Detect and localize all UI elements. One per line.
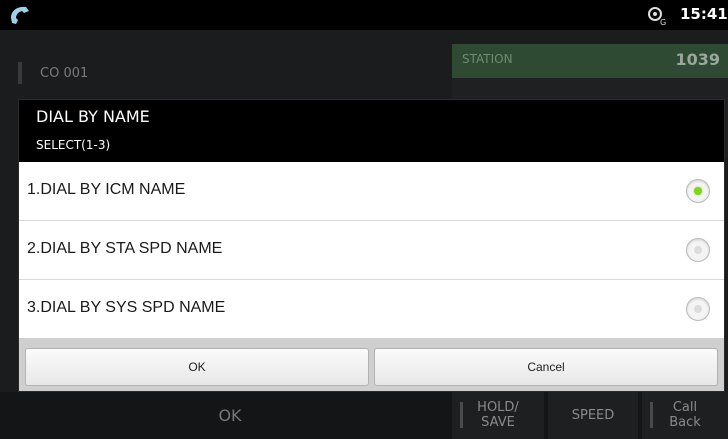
option-label: 3.DIAL BY SYS SPD NAME xyxy=(27,299,226,316)
softkey-call-back-label: Call Back xyxy=(669,400,701,430)
station-header: STATION 1039 xyxy=(452,44,728,78)
line-label: CO 001 xyxy=(40,66,89,81)
option-sys-spd-name[interactable]: 3.DIAL BY SYS SPD NAME xyxy=(19,280,724,339)
radio-button[interactable] xyxy=(686,297,710,321)
softkey-indicator xyxy=(460,402,463,428)
softkey-hold-save-label: HOLD/ SAVE xyxy=(477,400,519,430)
ok-button[interactable]: OK xyxy=(25,348,369,386)
dial-by-name-dialog: DIAL BY NAME SELECT(1-3) 1.DIAL BY ICM N… xyxy=(18,99,725,392)
softkey-speed[interactable]: SPEED xyxy=(548,392,638,439)
softkey-ok[interactable]: OK xyxy=(130,392,330,439)
sync-gear-icon: G xyxy=(648,7,666,26)
radio-button-selected[interactable] xyxy=(686,179,710,203)
option-icm-name[interactable]: 1.DIAL BY ICM NAME xyxy=(19,162,724,221)
option-list: 1.DIAL BY ICM NAME 2.DIAL BY STA SPD NAM… xyxy=(19,162,724,338)
line-indicator xyxy=(18,62,22,84)
station-label: STATION xyxy=(462,52,513,66)
dialog-title: DIAL BY NAME xyxy=(36,107,150,126)
option-sta-spd-name[interactable]: 2.DIAL BY STA SPD NAME xyxy=(19,221,724,280)
station-number: 1039 xyxy=(675,50,720,69)
phone-handset-icon xyxy=(11,6,29,25)
dialog-header: DIAL BY NAME SELECT(1-3) xyxy=(19,100,724,162)
softkey-hold-save[interactable]: HOLD/ SAVE xyxy=(452,392,544,439)
status-bar: G 15:41 xyxy=(0,0,728,30)
option-label: 1.DIAL BY ICM NAME xyxy=(27,181,186,198)
dialog-button-bar: OK Cancel xyxy=(19,338,724,391)
radio-button[interactable] xyxy=(686,238,710,262)
softkey-indicator xyxy=(650,402,653,428)
clock: 15:41 xyxy=(680,5,728,23)
softkey-call-back[interactable]: Call Back xyxy=(642,392,728,439)
svg-text:G: G xyxy=(660,18,666,26)
dialog-subtitle: SELECT(1-3) xyxy=(36,138,111,152)
option-label: 2.DIAL BY STA SPD NAME xyxy=(27,240,223,257)
cancel-button[interactable]: Cancel xyxy=(374,348,718,386)
line-key: CO 001 xyxy=(18,58,438,88)
